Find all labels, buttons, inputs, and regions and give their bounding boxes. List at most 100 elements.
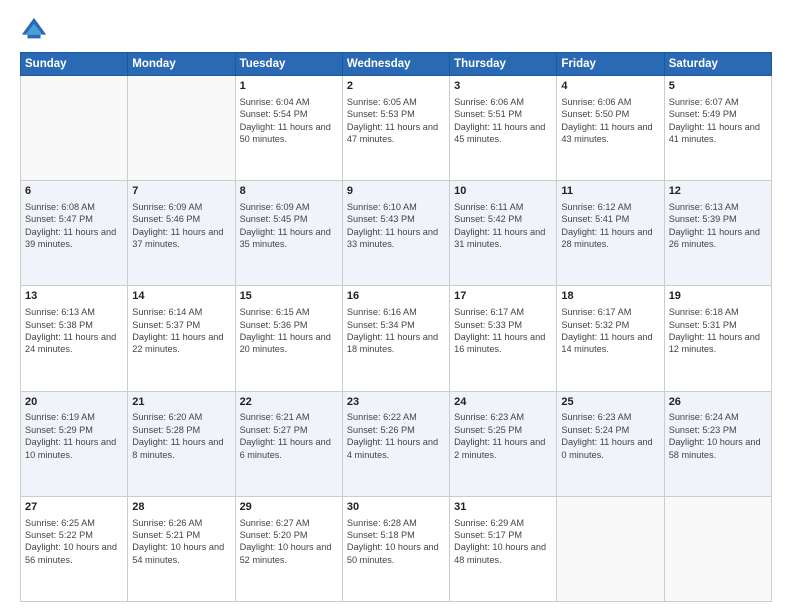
calendar-cell: 18Sunrise: 6:17 AMSunset: 5:32 PMDayligh… [557,286,664,391]
day-info: Sunrise: 6:24 AMSunset: 5:23 PMDaylight:… [669,411,767,461]
day-info: Sunrise: 6:26 AMSunset: 5:21 PMDaylight:… [132,517,230,567]
calendar-table: SundayMondayTuesdayWednesdayThursdayFrid… [20,52,772,602]
calendar-week-row: 20Sunrise: 6:19 AMSunset: 5:29 PMDayligh… [21,391,772,496]
day-info: Sunrise: 6:11 AMSunset: 5:42 PMDaylight:… [454,201,552,251]
calendar-cell: 19 Sunrise: 6:18 AMSunset: 5:31 PMDayligh… [664,286,771,391]
day-number: 4 [561,79,659,94]
calendar-cell: 4 Sunrise: 6:06 AMSunset: 5:50 PMDaylight… [557,76,664,181]
logo [20,16,52,44]
day-number: 18 [561,289,659,304]
calendar-cell: 23Sunrise: 6:22 AMSunset: 5:26 PMDayligh… [342,391,449,496]
day-number: 24 [454,395,552,410]
calendar-cell: 30 Sunrise: 6:28 AMSunset: 5:18 PMDayligh… [342,496,449,601]
calendar-cell [664,496,771,601]
calendar-day-header: Wednesday [342,53,449,76]
day-info: Sunrise: 6:08 AMSunset: 5:47 PMDaylight:… [25,201,123,251]
day-number: 23 [347,395,445,410]
calendar-cell [557,496,664,601]
day-number: 5 [669,79,767,94]
day-number: 17 [454,289,552,304]
day-info: Sunrise: 6:17 AMSunset: 5:33 PMDaylight:… [454,306,552,356]
calendar-cell: 24Sunrise: 6:23 AMSunset: 5:25 PMDayligh… [450,391,557,496]
day-number: 28 [132,500,230,515]
day-info: Sunrise: 6:09 AMSunset: 5:46 PMDaylight:… [132,201,230,251]
day-info: Sunrise: 6:16 AMSunset: 5:34 PMDaylight:… [347,306,445,356]
day-number: 9 [347,184,445,199]
calendar-cell: 29 Sunrise: 6:27 AMSunset: 5:20 PMDayligh… [235,496,342,601]
calendar-cell: 11 Sunrise: 6:12 AMSunset: 5:41 PMDayligh… [557,181,664,286]
day-number: 27 [25,500,123,515]
day-number: 12 [669,184,767,199]
day-info: Sunrise: 6:14 AMSunset: 5:37 PMDaylight:… [132,306,230,356]
day-info: Sunrise: 6:05 AMSunset: 5:53 PMDaylight:… [347,96,445,146]
calendar-cell: 25Sunrise: 6:23 AMSunset: 5:24 PMDayligh… [557,391,664,496]
day-number: 8 [240,184,338,199]
calendar-day-header: Monday [128,53,235,76]
page: SundayMondayTuesdayWednesdayThursdayFrid… [0,0,792,612]
day-info: Sunrise: 6:27 AMSunset: 5:20 PMDaylight:… [240,517,338,567]
calendar-cell: 22Sunrise: 6:21 AMSunset: 5:27 PMDayligh… [235,391,342,496]
calendar-cell: 7 Sunrise: 6:09 AMSunset: 5:46 PMDaylight… [128,181,235,286]
calendar-cell: 16 Sunrise: 6:16 AMSunset: 5:34 PMDayligh… [342,286,449,391]
logo-icon [20,16,48,44]
calendar-cell [128,76,235,181]
calendar-cell: 21Sunrise: 6:20 AMSunset: 5:28 PMDayligh… [128,391,235,496]
day-number: 30 [347,500,445,515]
calendar-week-row: 6Sunrise: 6:08 AMSunset: 5:47 PMDaylight… [21,181,772,286]
calendar-cell: 8 Sunrise: 6:09 AMSunset: 5:45 PMDaylight… [235,181,342,286]
calendar-cell: 28 Sunrise: 6:26 AMSunset: 5:21 PMDayligh… [128,496,235,601]
day-number: 1 [240,79,338,94]
day-info: Sunrise: 6:18 AMSunset: 5:31 PMDaylight:… [669,306,767,356]
calendar-cell: 26Sunrise: 6:24 AMSunset: 5:23 PMDayligh… [664,391,771,496]
day-number: 11 [561,184,659,199]
calendar-week-row: 13 Sunrise: 6:13 AMSunset: 5:38 PMDayligh… [21,286,772,391]
day-number: 7 [132,184,230,199]
calendar-cell: 17 Sunrise: 6:17 AMSunset: 5:33 PMDayligh… [450,286,557,391]
calendar-cell: 5 Sunrise: 6:07 AMSunset: 5:49 PMDaylight… [664,76,771,181]
calendar-cell: 2 Sunrise: 6:05 AMSunset: 5:53 PMDaylight… [342,76,449,181]
day-number: 26 [669,395,767,410]
day-info: Sunrise: 6:19 AMSunset: 5:29 PMDaylight:… [25,411,123,461]
day-number: 25 [561,395,659,410]
header [20,16,772,44]
day-info: Sunrise: 6:25 AMSunset: 5:22 PMDaylight:… [25,517,123,567]
day-info: Sunrise: 6:13 AMSunset: 5:38 PMDaylight:… [25,306,123,356]
day-info: Sunrise: 6:09 AMSunset: 5:45 PMDaylight:… [240,201,338,251]
day-info: Sunrise: 6:23 AMSunset: 5:25 PMDaylight:… [454,411,552,461]
day-number: 31 [454,500,552,515]
calendar-day-header: Saturday [664,53,771,76]
calendar-cell: 15Sunrise: 6:15 AMSunset: 5:36 PMDayligh… [235,286,342,391]
day-number: 15 [240,289,338,304]
day-info: Sunrise: 6:06 AMSunset: 5:50 PMDaylight:… [561,96,659,146]
calendar-cell: 12 Sunrise: 6:13 AMSunset: 5:39 PMDayligh… [664,181,771,286]
calendar-cell: 3Sunrise: 6:06 AMSunset: 5:51 PMDaylight… [450,76,557,181]
day-info: Sunrise: 6:06 AMSunset: 5:51 PMDaylight:… [454,96,552,146]
calendar-week-row: 1Sunrise: 6:04 AMSunset: 5:54 PMDaylight… [21,76,772,181]
day-info: Sunrise: 6:12 AMSunset: 5:41 PMDaylight:… [561,201,659,251]
day-number: 20 [25,395,123,410]
day-info: Sunrise: 6:28 AMSunset: 5:18 PMDaylight:… [347,517,445,567]
day-number: 29 [240,500,338,515]
day-info: Sunrise: 6:13 AMSunset: 5:39 PMDaylight:… [669,201,767,251]
day-number: 21 [132,395,230,410]
calendar-week-row: 27 Sunrise: 6:25 AMSunset: 5:22 PMDayligh… [21,496,772,601]
calendar-cell: 1Sunrise: 6:04 AMSunset: 5:54 PMDaylight… [235,76,342,181]
calendar-day-header: Tuesday [235,53,342,76]
day-number: 19 [669,289,767,304]
day-info: Sunrise: 6:23 AMSunset: 5:24 PMDaylight:… [561,411,659,461]
day-number: 13 [25,289,123,304]
day-number: 10 [454,184,552,199]
day-number: 16 [347,289,445,304]
day-info: Sunrise: 6:07 AMSunset: 5:49 PMDaylight:… [669,96,767,146]
calendar-day-header: Friday [557,53,664,76]
day-number: 2 [347,79,445,94]
calendar-cell: 27 Sunrise: 6:25 AMSunset: 5:22 PMDayligh… [21,496,128,601]
calendar-cell: 6Sunrise: 6:08 AMSunset: 5:47 PMDaylight… [21,181,128,286]
day-number: 22 [240,395,338,410]
day-info: Sunrise: 6:22 AMSunset: 5:26 PMDaylight:… [347,411,445,461]
calendar-cell: 31Sunrise: 6:29 AMSunset: 5:17 PMDayligh… [450,496,557,601]
day-info: Sunrise: 6:10 AMSunset: 5:43 PMDaylight:… [347,201,445,251]
calendar-cell: 10 Sunrise: 6:11 AMSunset: 5:42 PMDayligh… [450,181,557,286]
day-number: 14 [132,289,230,304]
day-info: Sunrise: 6:21 AMSunset: 5:27 PMDaylight:… [240,411,338,461]
